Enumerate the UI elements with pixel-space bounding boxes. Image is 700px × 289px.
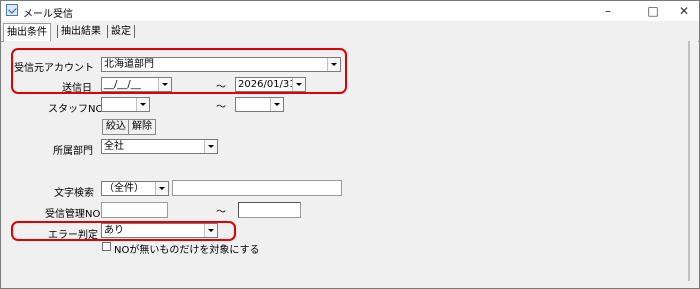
account-select[interactable]: 北海道部門 [101, 57, 341, 72]
chevron-down-icon[interactable] [270, 98, 283, 111]
text-search-mode-select[interactable]: （全件） [101, 181, 169, 196]
error-judge-value: あり [104, 225, 124, 236]
chevron-down-icon[interactable] [327, 58, 340, 71]
account-value: 北海道部門 [104, 59, 154, 70]
tab-strip: 抽出条件 抽出結果 設定 [1, 22, 699, 42]
send-date-label: 送信日 [62, 83, 92, 94]
chevron-down-icon[interactable] [155, 182, 168, 195]
chevron-down-icon[interactable] [204, 224, 217, 237]
staff-no-from[interactable] [101, 97, 150, 112]
text-search-mode-value: （全件） [104, 183, 144, 194]
calendar-dropdown-icon[interactable] [158, 78, 171, 91]
range-separator: ～ [216, 207, 226, 218]
receive-no-from-input[interactable] [101, 202, 168, 218]
minimize-icon[interactable]: – [593, 1, 623, 21]
tab-separator [134, 25, 135, 38]
calendar-dropdown-icon[interactable] [292, 78, 305, 91]
send-date-to[interactable]: 2026/01/31 [235, 77, 306, 92]
receive-no-to-input[interactable] [238, 202, 301, 218]
window-title: メール受信 [23, 9, 73, 20]
title-bar: メール受信 – □ ✕ [1, 1, 699, 21]
department-select[interactable]: 全社 [101, 139, 218, 154]
tab-settings[interactable]: 設定 [108, 23, 134, 40]
send-date-from[interactable]: __/__/__ [101, 77, 172, 92]
send-date-from-value: __/__/__ [104, 79, 141, 90]
conditions-panel: 受信元アカウント 北海道部門 送信日 __/__/__ ～ 2026/01/31… [4, 41, 689, 281]
chevron-down-icon[interactable] [136, 98, 149, 111]
no-missing-only-checkbox[interactable] [102, 242, 111, 251]
account-label: 受信元アカウント [14, 63, 94, 74]
no-missing-only-label: NOが無いものだけを対象にする [114, 245, 260, 256]
error-judge-label: エラー判定 [48, 230, 98, 241]
range-separator: ～ [216, 102, 226, 113]
range-separator: ～ [216, 82, 226, 93]
panel-edge [689, 41, 698, 281]
chevron-down-icon[interactable] [204, 140, 217, 153]
tab-extraction-conditions[interactable]: 抽出条件 [3, 23, 51, 42]
tab-extraction-results[interactable]: 抽出結果 [58, 23, 104, 40]
filter-button[interactable]: 絞込 [102, 119, 130, 135]
department-value: 全社 [104, 141, 124, 152]
maximize-icon[interactable]: □ [638, 1, 668, 21]
text-search-label: 文字検索 [54, 188, 94, 199]
staff-no-label: スタッフNO [48, 104, 104, 115]
clear-button[interactable]: 解除 [128, 119, 156, 135]
close-icon[interactable]: ✕ [669, 1, 699, 21]
app-icon [6, 4, 18, 16]
mail-receive-window: メール受信 – □ ✕ 抽出条件 抽出結果 設定 受信元アカウント 北海道部門 … [0, 0, 700, 289]
receive-no-label: 受信管理NO [45, 209, 101, 220]
text-search-input[interactable] [172, 180, 342, 196]
department-label: 所属部門 [53, 146, 93, 157]
staff-no-to[interactable] [235, 97, 284, 112]
send-date-to-value: 2026/01/31 [238, 79, 296, 90]
error-judge-select[interactable]: あり [101, 223, 218, 238]
